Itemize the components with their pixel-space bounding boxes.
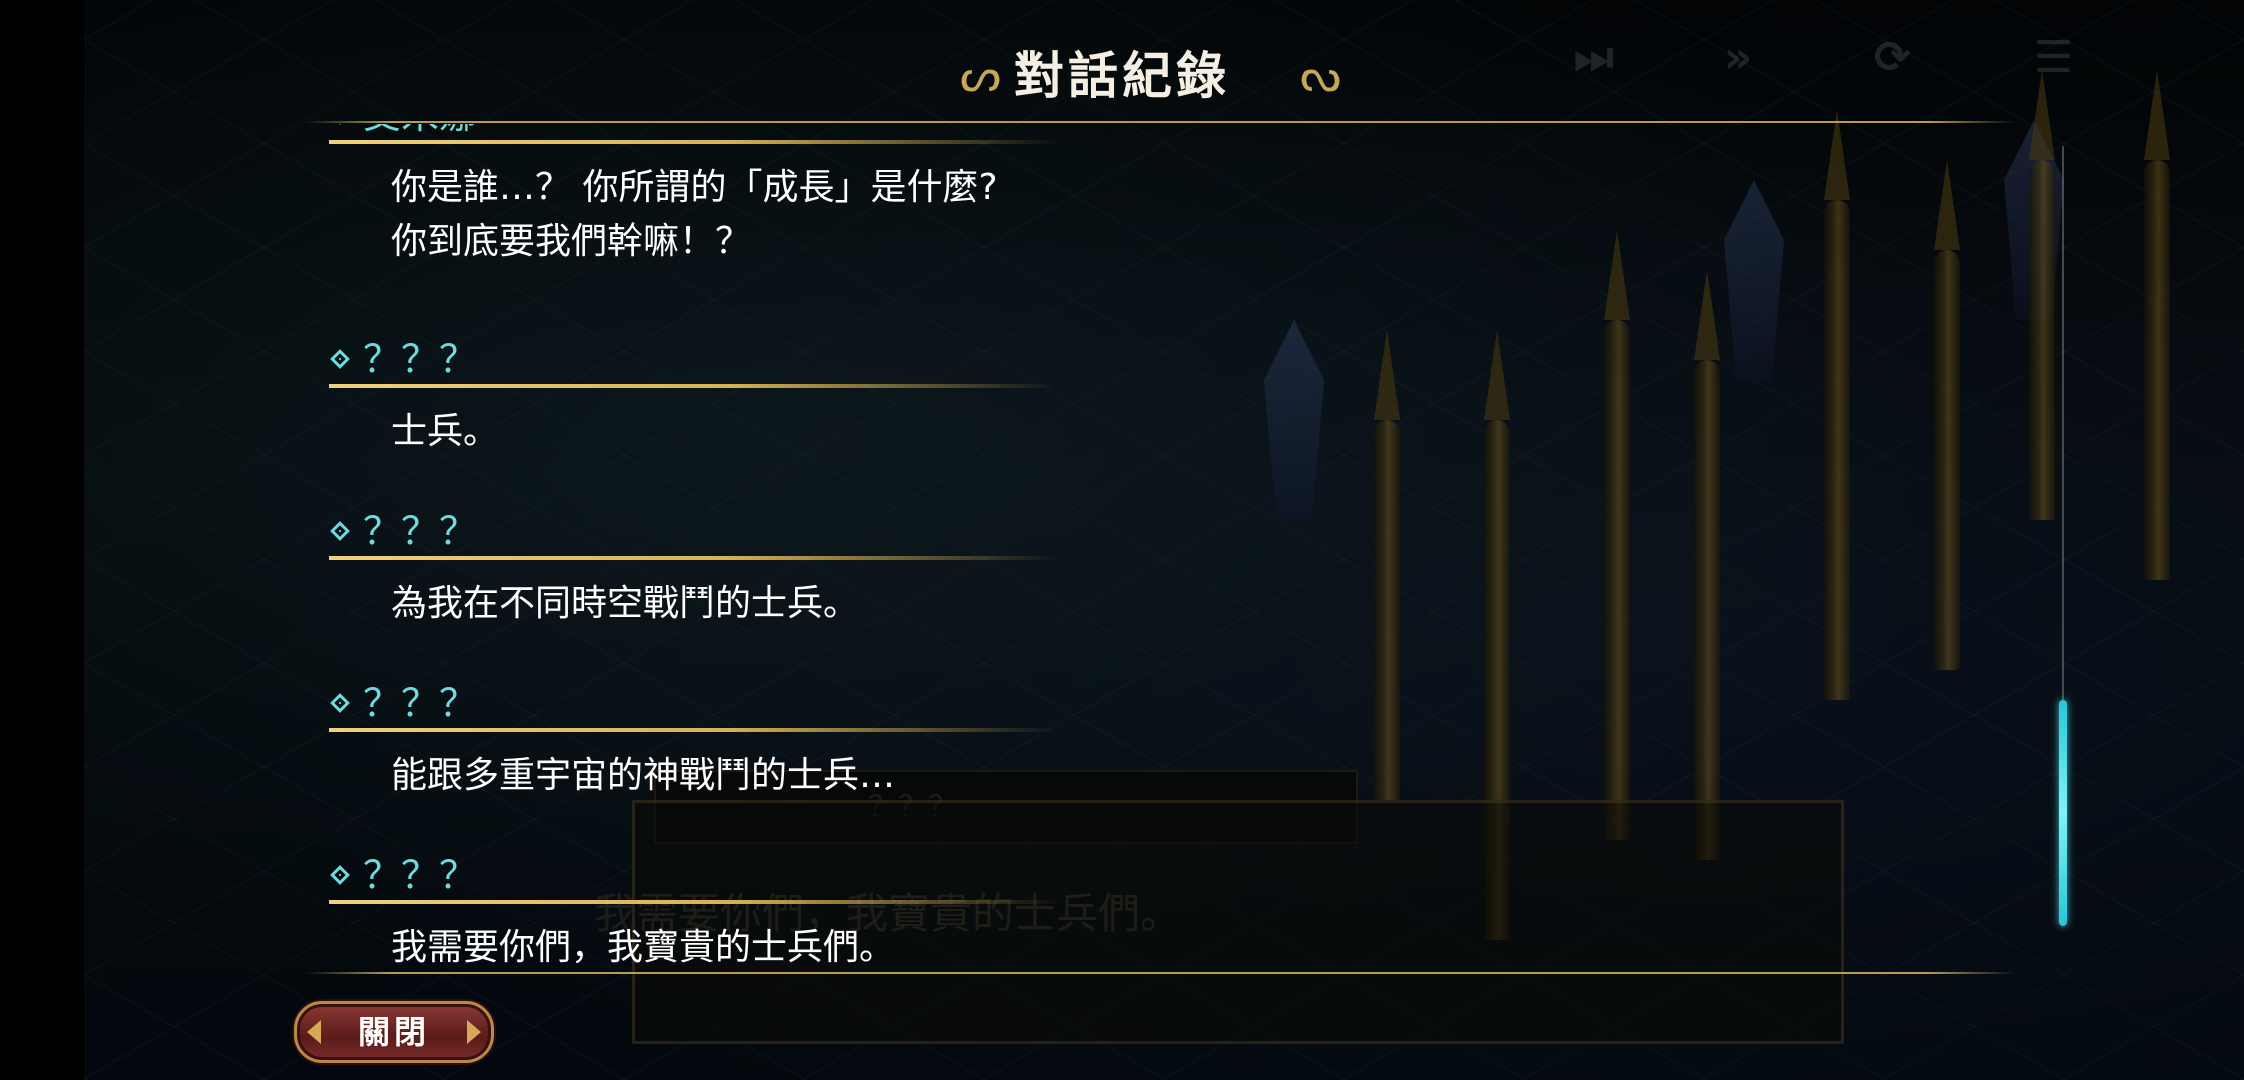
speaker-name: ？？？ (330, 334, 477, 384)
speaker-name: ？？？ (330, 678, 477, 728)
speaker-name: ？？？ (330, 506, 477, 556)
diamond-icon (330, 124, 350, 125)
dialogue-log-list[interactable]: 艾米娜 你是誰…？ 你所謂的「成長」是什麼? 你到底要我們幹嘛！？ ？？？ 士兵… (305, 124, 2015, 972)
diamond-icon (330, 521, 350, 541)
diamond-icon (330, 693, 350, 713)
speaker-underline (329, 900, 1059, 904)
header-divider (305, 121, 2015, 123)
diamond-icon (330, 349, 350, 369)
speaker-underline (329, 140, 1059, 144)
dialogue-line: 你到底要我們幹嘛！？ (391, 221, 752, 262)
dialogue-line: 為我在不同時空戰鬥的士兵。 (391, 583, 860, 624)
page-title: 對話紀錄 (1014, 47, 1230, 105)
speaker-underline (329, 728, 1059, 732)
speaker-underline (329, 384, 1059, 388)
diamond-icon (330, 865, 350, 885)
speaker-underline (329, 556, 1059, 560)
dialogue-line: 你是誰…？ 你所謂的「成長」是什麼? (391, 167, 998, 208)
dialogue-line: 我需要你們，我寶貴的士兵們。 (391, 927, 896, 968)
speaker-name: 艾米娜 (330, 124, 477, 140)
speaker-name: ？？？ (330, 850, 477, 900)
close-button[interactable]: 關閉 (294, 1001, 494, 1063)
right-flourish-icon: ᔓ (1300, 48, 1342, 102)
scrollbar-thumb[interactable] (2059, 700, 2067, 926)
dialogue-line: 能跟多重宇宙的神戰鬥的士兵… (391, 755, 896, 796)
dialogue-line: 士兵。 (391, 411, 500, 452)
footer-divider (305, 972, 2015, 974)
